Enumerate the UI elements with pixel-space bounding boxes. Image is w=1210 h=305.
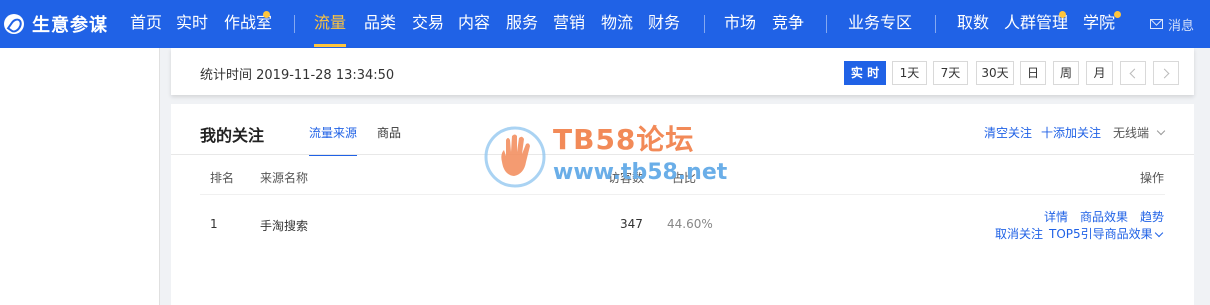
chevron-down-icon [1154, 228, 1163, 238]
tab-product[interactable]: 商品 [377, 124, 401, 154]
period-30days-button[interactable]: 30天 [976, 61, 1014, 85]
device-select-value: 无线端 [1113, 126, 1150, 140]
nav-item-traffic[interactable]: 流量 [314, 0, 347, 48]
nav-item-content[interactable]: 内容 [458, 0, 490, 48]
nav-item-service[interactable]: 服务 [506, 0, 538, 48]
period-week-button[interactable]: 周 [1053, 61, 1079, 85]
product-effect-link[interactable]: 商品效果 [1080, 208, 1128, 225]
trend-link[interactable]: 趋势 [1140, 208, 1164, 225]
col-rank-header: 排名 [210, 171, 235, 185]
nav-item-war-room[interactable]: 作战室 [224, 0, 272, 48]
row-share: 44.60% [667, 217, 713, 231]
nav-separator [704, 15, 705, 33]
nav-item-category[interactable]: 品类 [364, 0, 396, 48]
chevron-right-icon [1159, 68, 1170, 79]
tab-traffic-source[interactable]: 流量来源 [309, 124, 358, 156]
col-source-header[interactable]: 来源名称 [260, 169, 308, 186]
clear-follow-link[interactable]: 清空关注 [984, 124, 1032, 141]
notification-dot-icon [263, 11, 270, 18]
mail-icon [1150, 19, 1163, 29]
detail-link[interactable]: 详情 [1044, 208, 1068, 225]
panel-title: 我的关注 [200, 126, 265, 145]
period-day-button[interactable]: 日 [1020, 61, 1046, 85]
notification-dot-icon [1059, 11, 1066, 18]
next-period-button[interactable] [1153, 61, 1179, 85]
prev-period-button[interactable] [1120, 61, 1146, 85]
nav-item-academy[interactable]: 学院 [1083, 0, 1115, 48]
notification-dot-icon [1114, 11, 1121, 18]
stat-time-label: 统计时间 2019-11-28 13:34:50 [200, 68, 395, 83]
period-realtime-button[interactable]: 实 时 [844, 61, 886, 85]
top5-product-effect-label: TOP5引导商品效果 [1049, 227, 1153, 241]
nav-item-market[interactable]: 市场 [724, 0, 756, 48]
row-rank: 1 [210, 217, 218, 231]
nav-separator [935, 15, 936, 33]
top5-product-effect-link[interactable]: TOP5引导商品效果 [1049, 225, 1163, 242]
add-follow-link[interactable]: 十添加关注 [1041, 124, 1101, 141]
watermark-title: TB58论坛 [553, 123, 695, 156]
period-7days-button[interactable]: 7天 [933, 61, 968, 85]
period-1day-button[interactable]: 1天 [892, 61, 927, 85]
top-nav: 生意参谋 首页 实时 作战室 流量 品类 交易 内容 服务 营销 物流 财务 市… [0, 0, 1210, 48]
nav-item-data-fetch[interactable]: 取数 [957, 0, 989, 48]
nav-item-competition[interactable]: 竞争 [772, 0, 804, 48]
nav-item-finance[interactable]: 财务 [648, 0, 680, 48]
watermark-hand-logo-icon [484, 126, 546, 188]
brand-name: 生意参谋 [32, 15, 108, 36]
device-select[interactable]: 无线端 [1113, 124, 1166, 141]
nav-item-realtime[interactable]: 实时 [176, 0, 208, 48]
brand[interactable]: 生意参谋 [0, 0, 108, 48]
nav-separator [826, 15, 827, 33]
nav-separator [294, 15, 295, 33]
chevron-left-icon [1129, 68, 1140, 79]
watermark-url: www.tb58.net [553, 160, 728, 185]
row-source-name: 手淘搜索 [260, 219, 309, 233]
stat-time-bar: 统计时间 2019-11-28 13:34:50 实 时 1天 7天 30天 日… [171, 48, 1194, 95]
nav-item-business-zone[interactable]: 业务专区 [848, 0, 912, 48]
divider [200, 194, 1165, 195]
message-button[interactable]: 消息 [1150, 0, 1194, 48]
left-sidebar [0, 48, 160, 305]
compass-logo-icon [4, 14, 24, 34]
unfollow-link[interactable]: 取消关注 [995, 225, 1043, 242]
nav-item-crowd-management[interactable]: 人群管理 [1004, 0, 1068, 48]
col-ops-header: 操作 [1140, 171, 1165, 185]
message-label: 消息 [1168, 18, 1195, 34]
nav-item-logistics[interactable]: 物流 [601, 0, 633, 48]
row-visitors: 347 [620, 217, 643, 231]
chevron-down-icon [1156, 126, 1166, 136]
nav-item-trade[interactable]: 交易 [412, 0, 444, 48]
nav-item-marketing[interactable]: 营销 [553, 0, 585, 48]
nav-item-home[interactable]: 首页 [130, 0, 162, 48]
period-month-button[interactable]: 月 [1086, 61, 1113, 85]
